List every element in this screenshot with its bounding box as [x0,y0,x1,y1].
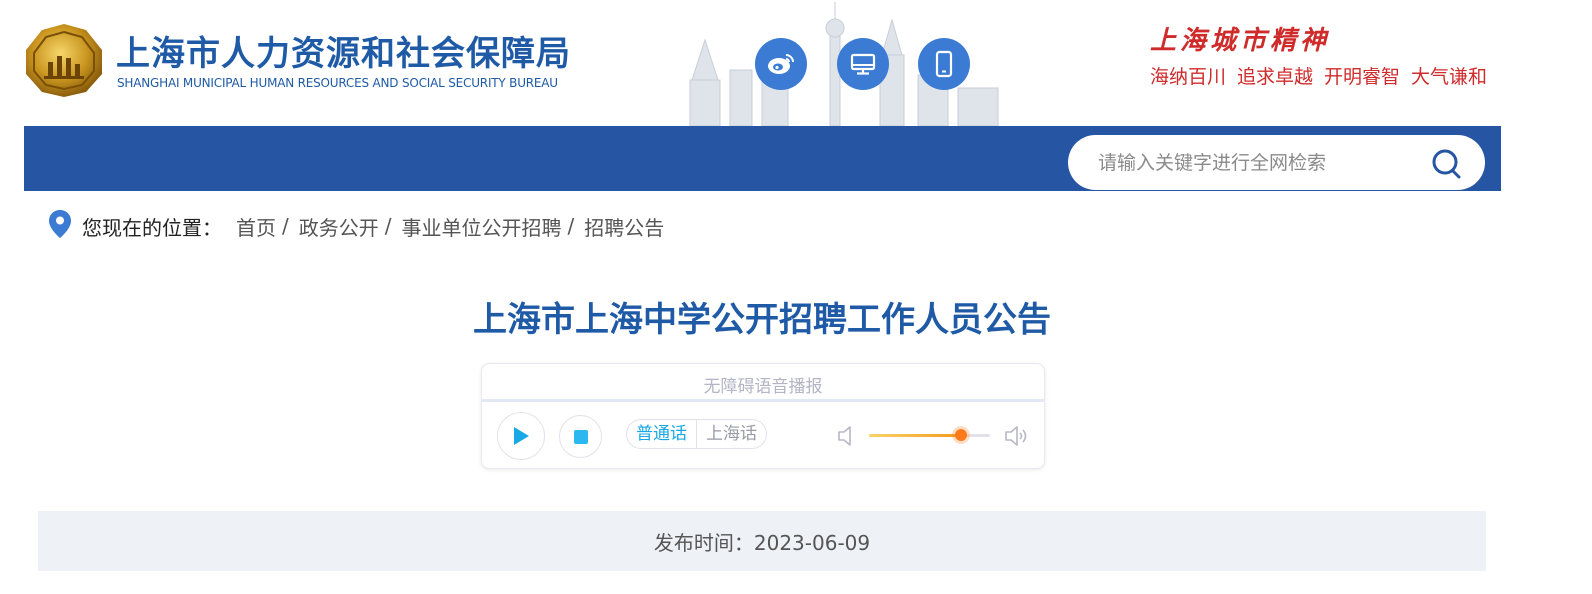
bureau-emblem-icon[interactable] [24,22,104,98]
breadcrumb: 您现在的位置： 首页 / 政务公开 / 事业单位公开招聘 / 招聘公告 [48,209,664,244]
language-mandarin[interactable]: 普通话 [627,420,697,448]
breadcrumb-home[interactable]: 首页 [236,212,276,241]
spirit-slogan: 追求卓越 [1237,66,1314,88]
audio-progress-bar[interactable] [482,399,1044,402]
breadcrumb-separator: / [282,214,289,238]
city-spirit-slogans: 海纳百川 追求卓越 开明睿智 大气谦和 [1150,62,1498,89]
breadcrumb-separator: / [567,214,575,238]
volume-level [869,434,961,437]
play-icon [514,427,529,445]
stop-icon [573,429,588,444]
breadcrumb-announcement[interactable]: 招聘公告 [584,212,664,241]
play-button[interactable] [497,412,545,460]
publish-info: 发布时间：2023-06-09 [38,527,1486,556]
stop-button[interactable] [559,415,602,458]
breadcrumb-recruitment[interactable]: 事业单位公开招聘 [402,212,562,241]
site-subtitle: SHANGHAI MUNICIPAL HUMAN RESOURCES AND S… [117,76,558,90]
volume-slider[interactable] [869,429,990,441]
article-title: 上海市上海中学公开招聘工作人员公告 [473,300,1051,340]
publish-date: 2023-06-09 [753,531,871,555]
breadcrumb-label: 您现在的位置： [82,215,222,240]
search-icon[interactable] [1430,147,1464,181]
weibo-icon[interactable] [755,38,807,90]
volume-low-icon[interactable] [837,424,855,452]
location-pin-icon [48,209,72,244]
city-spirit-title: 上海城市精神 [1150,26,1331,56]
volume-high-icon[interactable] [1004,423,1030,453]
language-shanghainese[interactable]: 上海话 [697,420,766,448]
desktop-icon[interactable] [837,38,889,90]
mobile-icon[interactable] [918,38,970,90]
volume-knob[interactable] [954,429,967,441]
breadcrumb-separator: / [384,214,392,238]
publish-label: 发布时间： [653,531,754,555]
site-title[interactable]: 上海市人力资源和社会保障局 [116,26,571,75]
search-input[interactable] [1096,145,1420,181]
audio-player: 无障碍语音播报 普通话 上海话 [481,363,1045,469]
language-toggle: 普通话 上海话 [626,419,767,449]
spirit-slogan: 开明睿智 [1324,66,1401,88]
publish-bar: 发布时间：2023-06-09 [38,511,1486,571]
audio-title: 无障碍语音播报 [703,377,823,397]
search-box [1068,135,1485,190]
spirit-slogan: 大气谦和 [1411,66,1488,88]
spirit-slogan: 海纳百川 [1150,66,1227,88]
breadcrumb-gov-affairs[interactable]: 政务公开 [299,212,379,241]
